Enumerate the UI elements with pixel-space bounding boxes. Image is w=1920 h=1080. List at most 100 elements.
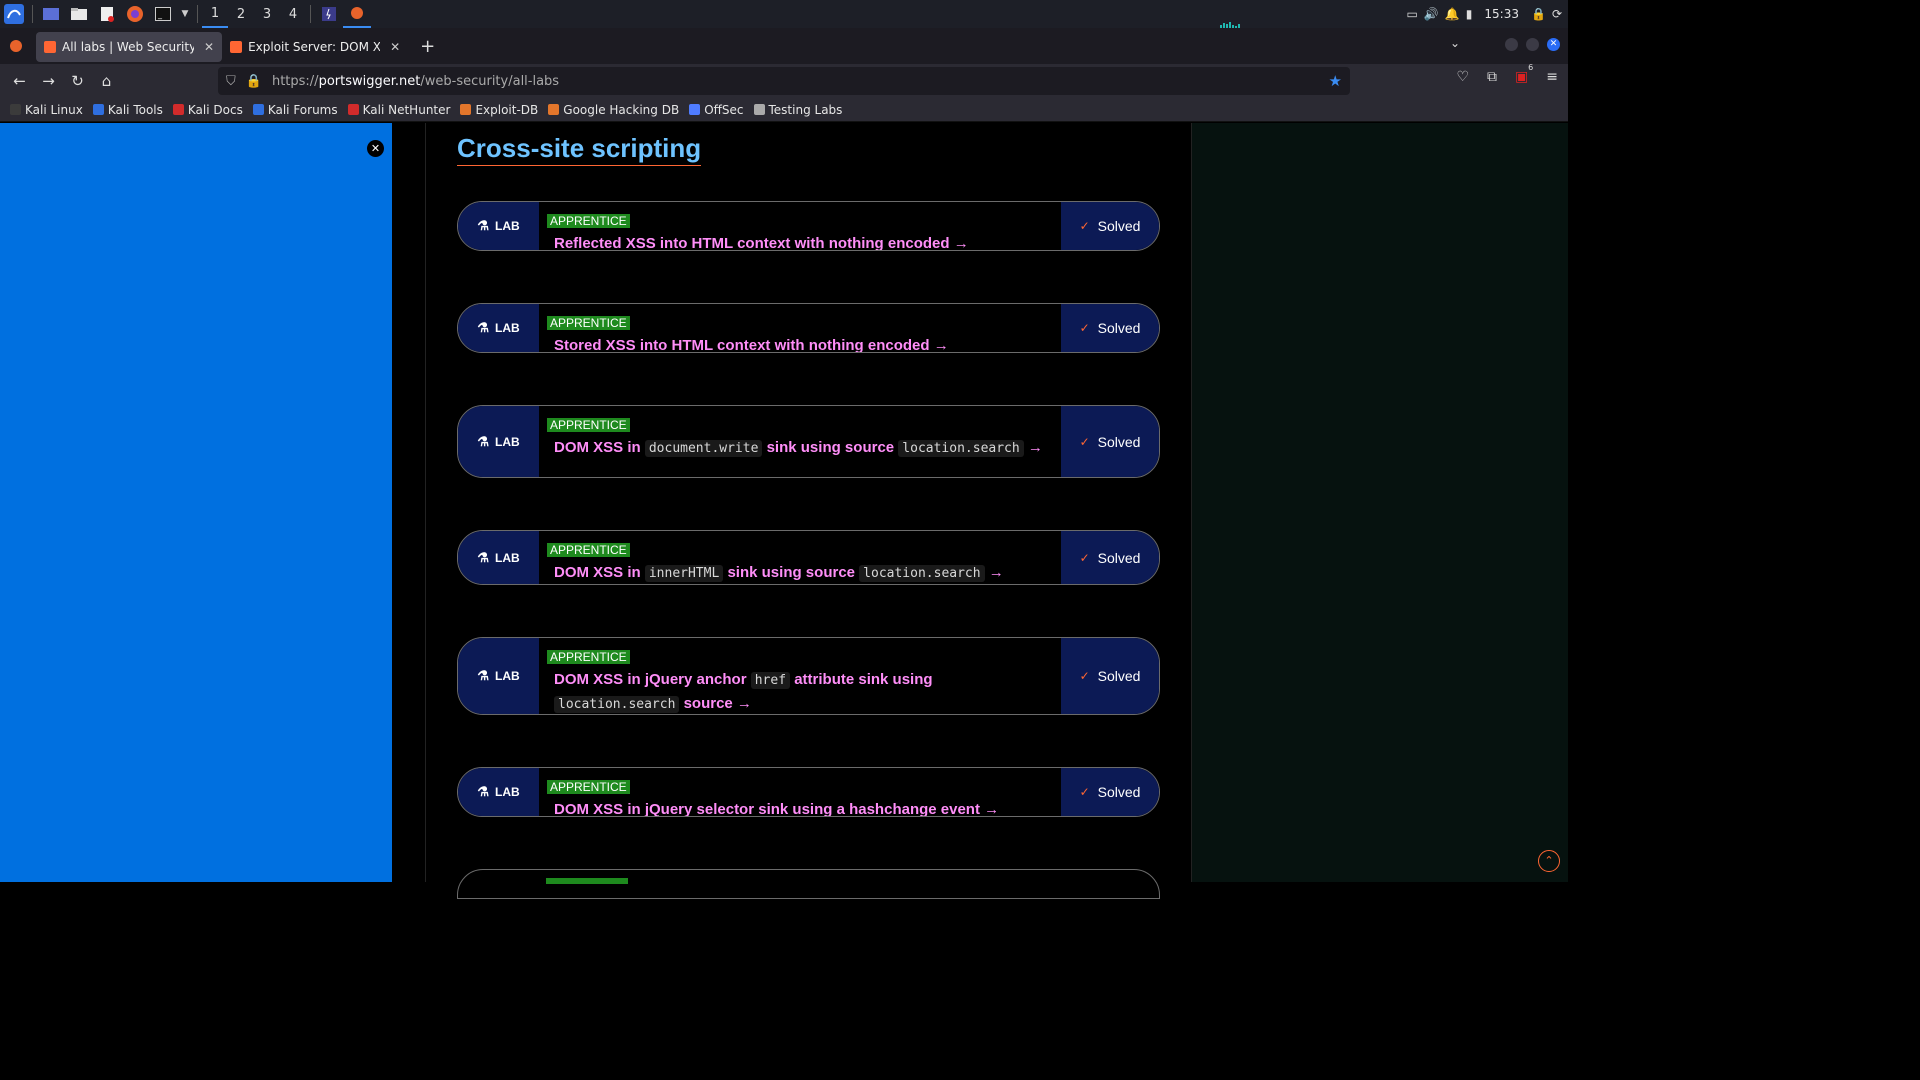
firefox-icon[interactable] bbox=[121, 0, 149, 28]
lock-icon[interactable]: 🔒 bbox=[1531, 7, 1546, 21]
lab-card[interactable]: ⚗ LAB APPRENTICE DOM XSS in document.write … bbox=[457, 405, 1160, 478]
bookmarks-toolbar: Kali Linux Kali Tools Kali Docs Kali Forums… bbox=[0, 98, 1568, 122]
side-panel bbox=[0, 123, 392, 882]
close-icon[interactable]: ✕ bbox=[367, 140, 384, 157]
workspace-3[interactable]: 3 bbox=[254, 0, 280, 28]
file-manager-icon[interactable] bbox=[65, 0, 93, 28]
level-badge: APPRENTICE bbox=[547, 418, 630, 432]
tracking-shield-icon[interactable]: ⛉ bbox=[226, 74, 236, 89]
terminal-icon[interactable]: _ bbox=[149, 0, 177, 28]
text-editor-icon[interactable] bbox=[93, 0, 121, 28]
lab-type-label: ⚗ LAB bbox=[458, 638, 539, 714]
lab-title-link[interactable]: DOM XSS in document.write sink using sou… bbox=[547, 436, 1053, 460]
flask-icon: ⚗ bbox=[477, 784, 489, 799]
flask-icon: ⚗ bbox=[477, 668, 489, 683]
menu-icon[interactable]: ≡ bbox=[1546, 69, 1558, 85]
bookmark-icon bbox=[460, 104, 472, 115]
lab-title-link[interactable]: Stored XSS into HTML context with nothin… bbox=[547, 334, 1053, 352]
code-snippet: document.write bbox=[644, 440, 763, 457]
display-icon[interactable]: ▭ bbox=[1407, 7, 1418, 21]
url-bar[interactable]: ⛉ 🔒 https://portswigger.net/web-security… bbox=[218, 67, 1350, 95]
lab-card[interactable]: ⚗ LAB APPRENTICE DOM XSS in jQuery anchor h… bbox=[457, 637, 1160, 715]
bookmark-item[interactable]: Testing Labs bbox=[753, 102, 843, 117]
flask-icon: ⚗ bbox=[477, 320, 489, 335]
bookmark-item[interactable]: Kali Docs bbox=[172, 103, 243, 117]
status-text: Solved bbox=[1097, 549, 1141, 566]
lab-title-link[interactable]: DOM XSS in jQuery selector sink using a … bbox=[547, 798, 1053, 816]
bookmark-item[interactable]: Kali NetHunter bbox=[347, 103, 450, 117]
taskbar-app-firefox-icon[interactable] bbox=[343, 0, 371, 28]
lab-title-text: sink using source bbox=[723, 564, 860, 581]
star-icon[interactable]: ★ bbox=[1329, 72, 1342, 90]
lab-label-text: LAB bbox=[494, 219, 520, 233]
arrow-right-icon: → bbox=[984, 564, 1004, 581]
bookmark-label: OffSec bbox=[704, 102, 744, 117]
desktop-icon[interactable] bbox=[37, 0, 65, 28]
window-close-button[interactable]: ✕ bbox=[1547, 38, 1560, 51]
browser-tab-exploit-server[interactable]: Exploit Server: DOM XSS in jQuery select… bbox=[222, 32, 408, 62]
bookmark-item[interactable]: Kali Tools bbox=[92, 103, 163, 117]
notification-bell-icon[interactable]: 🔔 bbox=[1445, 7, 1460, 21]
lab-card[interactable]: ⚗ LAB APPRENTICE Reflected XSS into HTML co… bbox=[457, 201, 1160, 251]
firefox-view-icon[interactable] bbox=[0, 32, 32, 60]
new-tab-button[interactable]: + bbox=[420, 36, 435, 57]
kali-menu-icon[interactable] bbox=[0, 0, 28, 28]
lab-body: APPRENTICE DOM XSS in jQuery anchor href … bbox=[539, 638, 1061, 714]
code-snippet: location.search bbox=[554, 696, 680, 713]
check-icon: ✓ bbox=[1079, 550, 1090, 565]
bookmark-item[interactable]: Exploit-DB bbox=[460, 103, 538, 117]
lab-title-link[interactable]: DOM XSS in jQuery anchor href attribute … bbox=[547, 668, 1053, 714]
bookmark-item[interactable]: Kali Linux bbox=[10, 103, 83, 117]
portswigger-favicon-icon bbox=[44, 41, 56, 53]
chevron-down-icon[interactable]: ▼ bbox=[177, 0, 193, 28]
back-button[interactable]: ← bbox=[5, 67, 34, 95]
check-icon: ✓ bbox=[1079, 321, 1090, 335]
addon-icon[interactable]: ▣ 6 bbox=[1515, 63, 1533, 85]
workspace-1[interactable]: 1 bbox=[202, 0, 228, 28]
portswigger-favicon-icon bbox=[230, 41, 243, 53]
bookmark-icon bbox=[548, 104, 560, 115]
lab-title-text: DOM XSS in jQuery anchor bbox=[554, 671, 751, 688]
bookmark-item[interactable]: Kali Forums bbox=[252, 102, 338, 117]
status-badge: ✓ Solved bbox=[1061, 768, 1159, 816]
bookmark-label: Kali Linux bbox=[25, 102, 83, 117]
taskbar-app-burp-icon[interactable] bbox=[315, 0, 343, 28]
list-all-tabs-icon[interactable]: ⌄ bbox=[1450, 36, 1460, 50]
section-title[interactable]: Cross-site scripting bbox=[457, 133, 702, 166]
minimize-button[interactable] bbox=[1505, 38, 1518, 51]
close-icon[interactable]: ✕ bbox=[390, 40, 400, 54]
lab-title-link[interactable]: Reflected XSS into HTML context with not… bbox=[547, 232, 1053, 250]
scroll-top-icon[interactable]: ⌃ bbox=[1538, 850, 1560, 872]
browser-tab-all-labs[interactable]: All labs | Web Security Academy ✕ bbox=[36, 32, 223, 62]
browser-nav-bar: ← → ↻ ⌂ ⛉ 🔒 https://portswigger.net/web-… bbox=[0, 63, 1568, 98]
pocket-icon[interactable]: ♡ bbox=[1456, 69, 1469, 85]
close-icon[interactable]: ✕ bbox=[204, 40, 214, 54]
lab-type-label: ⚗ LAB bbox=[458, 768, 539, 816]
workspace-2[interactable]: 2 bbox=[228, 0, 254, 28]
lab-card-partial[interactable] bbox=[457, 869, 1160, 899]
lab-title-link[interactable]: DOM XSS in innerHTML sink using source l… bbox=[547, 561, 1053, 584]
lab-card[interactable]: ⚗ LAB APPRENTICE Stored XSS into HTML conte… bbox=[457, 303, 1160, 353]
battery-icon[interactable]: ▮ bbox=[1466, 7, 1473, 21]
bookmark-item[interactable]: Google Hacking DB bbox=[548, 103, 679, 117]
lab-card[interactable]: ⚗ LAB APPRENTICE DOM XSS in innerHTML sink … bbox=[457, 530, 1160, 585]
level-badge: APPRENTICE bbox=[547, 780, 630, 794]
extensions-icon[interactable]: ⧉ bbox=[1487, 69, 1497, 85]
lab-title-text: DOM XSS in bbox=[554, 564, 645, 581]
reload-button[interactable]: ↻ bbox=[63, 67, 92, 95]
bookmark-item[interactable]: OffSec bbox=[689, 102, 744, 117]
power-icon[interactable]: ⟳ bbox=[1552, 7, 1562, 21]
lab-card[interactable]: ⚗ LAB APPRENTICE DOM XSS in jQuery selector… bbox=[457, 767, 1160, 817]
status-badge: ✓ Solved bbox=[1061, 202, 1159, 250]
lock-icon[interactable]: 🔒 bbox=[246, 74, 262, 89]
volume-icon[interactable]: 🔊 bbox=[1424, 7, 1439, 21]
maximize-button[interactable] bbox=[1526, 38, 1539, 51]
home-button[interactable]: ⌂ bbox=[92, 67, 121, 95]
forward-button[interactable]: → bbox=[34, 67, 63, 95]
lab-label-text: LAB bbox=[494, 785, 520, 799]
bookmark-icon bbox=[347, 104, 359, 115]
bookmark-label: Testing Labs bbox=[768, 102, 843, 117]
workspace-4[interactable]: 4 bbox=[280, 0, 306, 28]
lab-title-text: source bbox=[679, 695, 733, 712]
bookmark-label: Kali Forums bbox=[267, 102, 338, 117]
